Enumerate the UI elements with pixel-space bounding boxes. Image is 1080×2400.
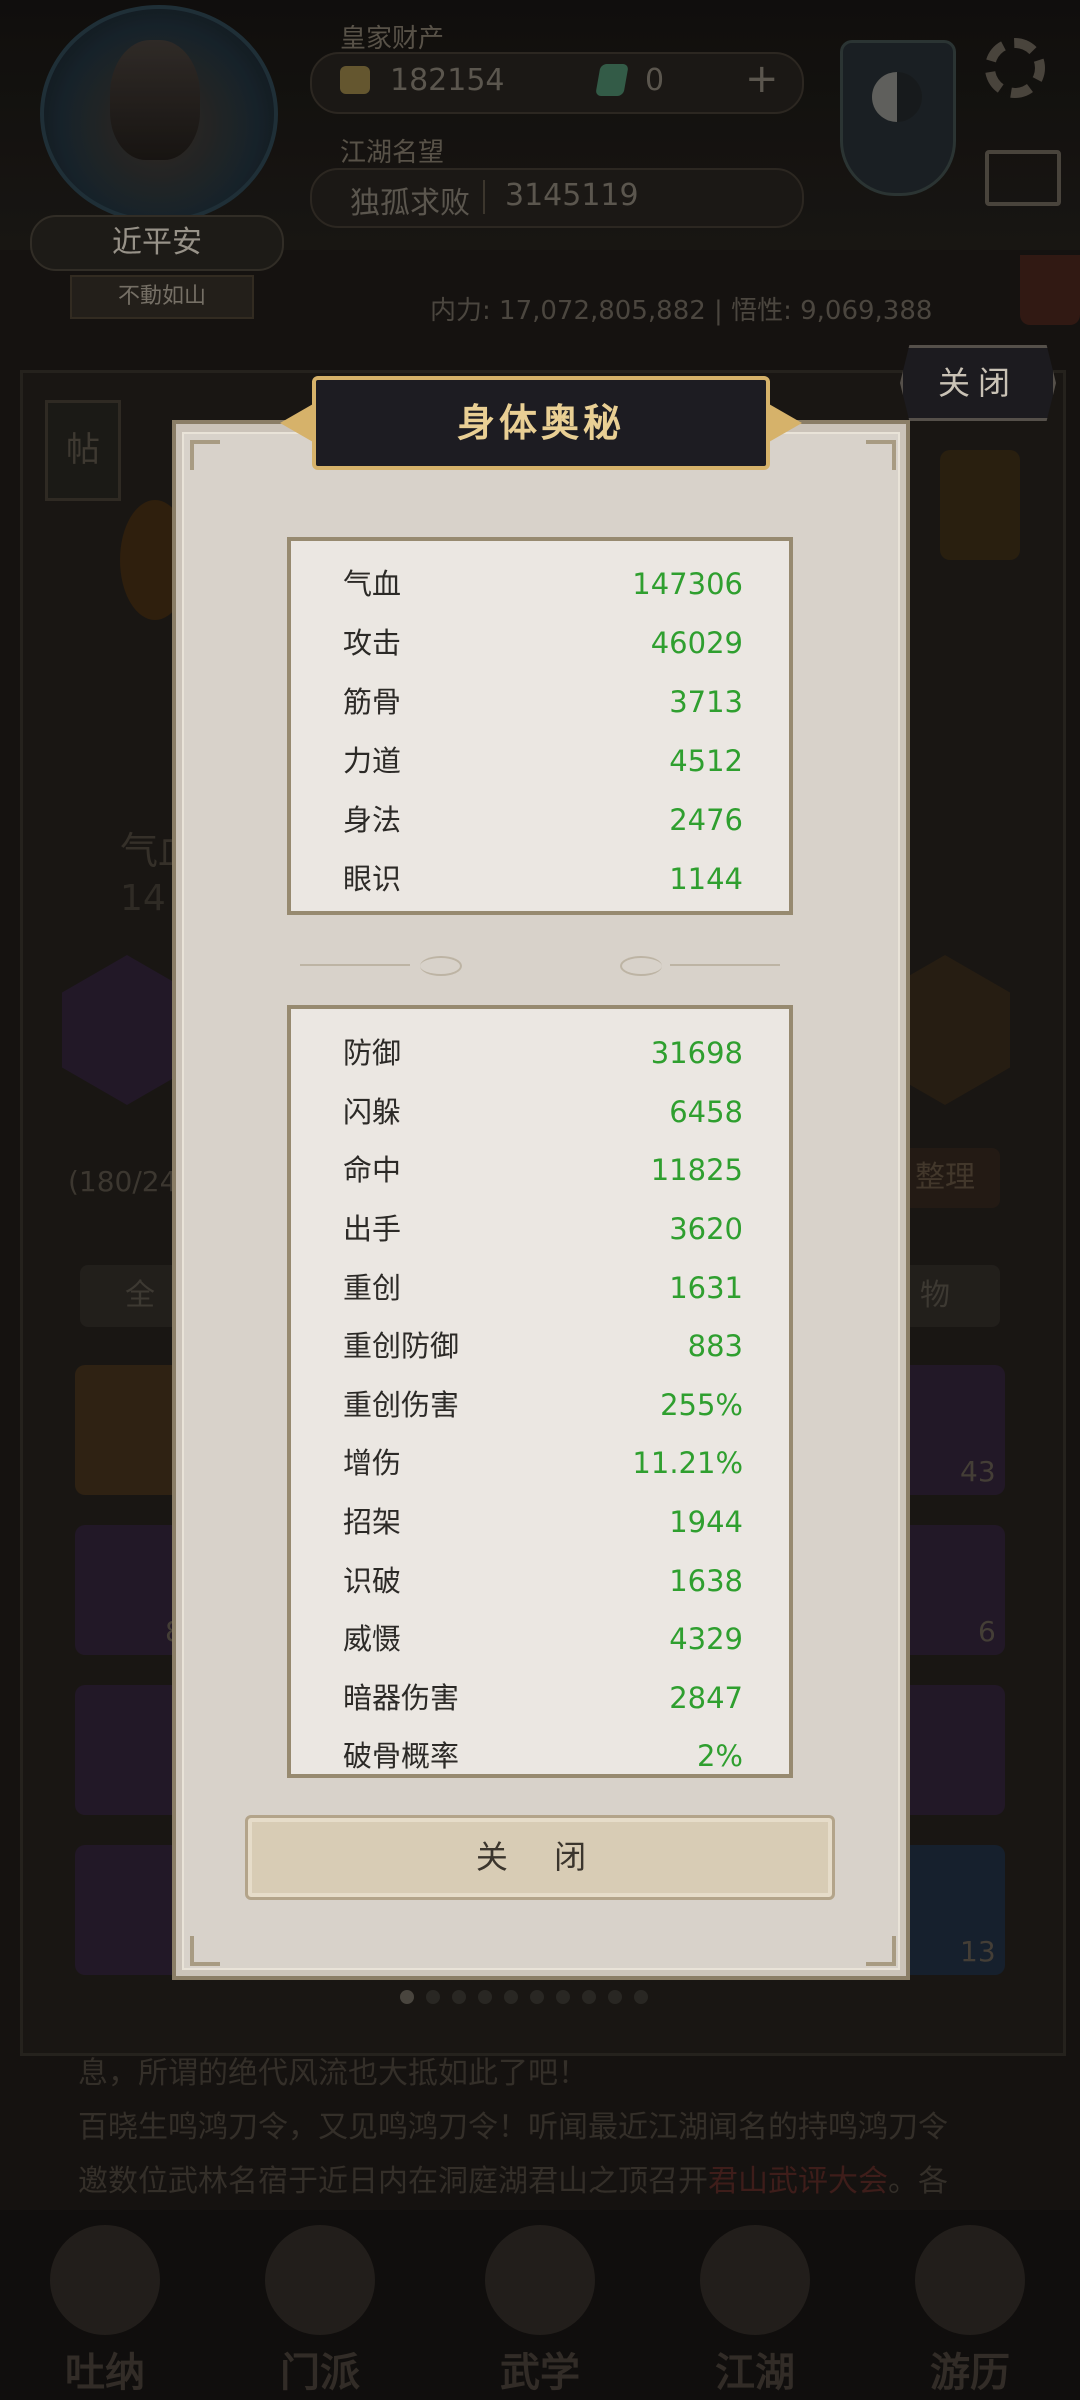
stat-value: 2847 <box>669 1681 743 1715</box>
stat-row: 增伤 11.21% <box>343 1434 743 1492</box>
stat-row: 闪躲 6458 <box>343 1083 743 1141</box>
stat-label: 重创伤害 <box>343 1388 460 1422</box>
corner-ornament <box>866 440 896 470</box>
divider-line <box>670 964 780 966</box>
corner-ornament <box>866 1936 896 1966</box>
stat-row: 重创伤害 255% <box>343 1376 743 1434</box>
stat-label: 破骨概率 <box>343 1739 460 1773</box>
stat-row: 身法 2476 <box>343 791 743 849</box>
stat-label: 眼识 <box>343 862 402 896</box>
stat-value: 2476 <box>669 803 743 837</box>
stat-value: 4512 <box>669 744 743 778</box>
stat-value: 255% <box>660 1388 743 1422</box>
close-button[interactable]: 关 闭 <box>245 1815 835 1900</box>
stat-row: 招架 1944 <box>343 1493 743 1551</box>
stat-row: 命中 11825 <box>343 1141 743 1199</box>
stat-value: 46029 <box>650 626 743 660</box>
stat-value: 1944 <box>669 1505 743 1539</box>
outer-close-button[interactable]: 关闭 <box>900 345 1056 421</box>
stat-label: 重创防御 <box>343 1329 460 1363</box>
divider-ornament <box>620 956 662 976</box>
stat-value: 11825 <box>650 1153 743 1187</box>
stat-row: 防御 31698 <box>343 1024 743 1082</box>
corner-ornament <box>190 1936 220 1966</box>
stat-row: 力道 4512 <box>343 732 743 790</box>
stat-row: 重创防御 883 <box>343 1317 743 1375</box>
stat-label: 暗器伤害 <box>343 1681 460 1715</box>
stat-value: 4329 <box>669 1622 743 1656</box>
corner-ornament <box>190 440 220 470</box>
stat-value: 11.21% <box>632 1446 743 1480</box>
stat-row: 筋骨 3713 <box>343 673 743 731</box>
stat-label: 攻击 <box>343 626 402 660</box>
divider-line <box>300 964 410 966</box>
stat-label: 识破 <box>343 1564 402 1598</box>
dialog-title: 身体奥秘 <box>312 376 770 470</box>
stat-label: 防御 <box>343 1036 402 1070</box>
stat-label: 威慑 <box>343 1622 402 1656</box>
stat-label: 出手 <box>343 1212 402 1246</box>
stat-value: 6458 <box>669 1095 743 1129</box>
stat-row: 暗器伤害 2847 <box>343 1669 743 1727</box>
stat-label: 增伤 <box>343 1446 402 1480</box>
stat-label: 重创 <box>343 1271 402 1305</box>
stat-value: 1638 <box>669 1564 743 1598</box>
stat-label: 命中 <box>343 1153 402 1187</box>
stat-value: 883 <box>687 1329 743 1363</box>
stat-row: 识破 1638 <box>343 1552 743 1610</box>
stat-label: 身法 <box>343 803 402 837</box>
stat-row: 威慑 4329 <box>343 1610 743 1668</box>
stat-row: 破骨概率 2% <box>343 1727 743 1774</box>
stat-value: 1144 <box>669 862 743 896</box>
stat-row: 气血 147306 <box>343 555 743 613</box>
stat-row: 出手 3620 <box>343 1200 743 1258</box>
stat-label: 闪躲 <box>343 1095 402 1129</box>
stat-value: 3713 <box>669 685 743 719</box>
stat-label: 筋骨 <box>343 685 402 719</box>
stat-value: 147306 <box>632 567 743 601</box>
combat-stats-panel[interactable]: 防御 31698 闪躲 6458 命中 11825 出手 3620 重创 1631 重创防… <box>287 1005 793 1778</box>
stat-label: 气血 <box>343 567 402 601</box>
stat-value: 3620 <box>669 1212 743 1246</box>
stat-value: 1631 <box>669 1271 743 1305</box>
stat-value: 2% <box>696 1739 743 1773</box>
stat-row: 攻击 46029 <box>343 614 743 672</box>
stat-label: 力道 <box>343 744 402 778</box>
stat-label: 招架 <box>343 1505 402 1539</box>
stat-value: 31698 <box>650 1036 743 1070</box>
basic-stats-panel: 气血 147306 攻击 46029 筋骨 3713 力道 4512 身法 2476 眼识… <box>287 537 793 915</box>
stat-row: 重创 1631 <box>343 1259 743 1317</box>
divider-ornament <box>420 956 462 976</box>
stat-row: 眼识 1144 <box>343 850 743 908</box>
